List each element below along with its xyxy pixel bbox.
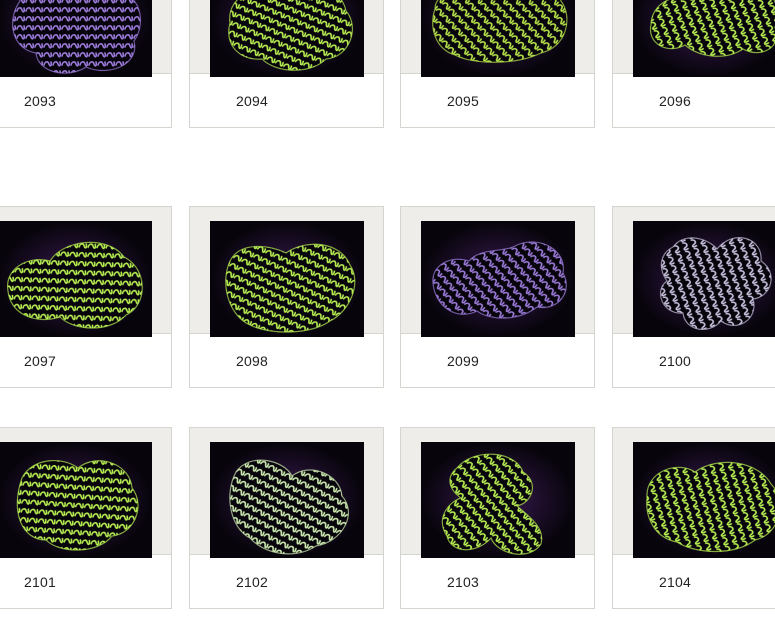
coral-graphic	[210, 221, 364, 337]
coral-colony	[646, 461, 775, 553]
item-number: 2102	[236, 574, 268, 590]
item-number: 2098	[236, 353, 268, 369]
item-number: 2094	[236, 93, 268, 109]
coral-graphic	[210, 442, 364, 558]
coral-photo[interactable]	[0, 221, 152, 337]
gallery-card[interactable]: 2100	[612, 206, 775, 388]
item-number: 2101	[24, 574, 56, 590]
coral-graphic	[210, 0, 364, 77]
gallery-card[interactable]: 2103	[400, 427, 595, 609]
gallery-card[interactable]: 2096	[612, 0, 775, 128]
coral-graphic	[0, 0, 152, 77]
coral-graphic	[633, 0, 775, 77]
coral-photo[interactable]	[633, 0, 775, 77]
coral-photo[interactable]	[210, 221, 364, 337]
item-number: 2095	[447, 93, 479, 109]
coral-graphic	[633, 442, 775, 558]
coral-gallery-grid: 2093 2094 2095 2096 2097 2098 2099 2100	[0, 0, 775, 625]
coral-graphic	[421, 0, 575, 77]
gallery-card[interactable]: 2101	[0, 427, 172, 609]
gallery-card[interactable]: 2099	[400, 206, 595, 388]
gallery-card[interactable]: 2102	[189, 427, 384, 609]
coral-graphic	[421, 442, 575, 558]
item-number: 2103	[447, 574, 479, 590]
coral-photo[interactable]	[633, 442, 775, 558]
coral-graphic	[0, 221, 152, 337]
coral-graphic	[633, 221, 775, 337]
item-number: 2097	[24, 353, 56, 369]
coral-photo[interactable]	[633, 221, 775, 337]
gallery-card[interactable]: 2098	[189, 206, 384, 388]
coral-photo[interactable]	[210, 442, 364, 558]
gallery-card[interactable]: 2095	[400, 0, 595, 128]
coral-photo[interactable]	[0, 442, 152, 558]
coral-photo[interactable]	[421, 221, 575, 337]
coral-photo[interactable]	[421, 442, 575, 558]
item-number: 2099	[447, 353, 479, 369]
coral-graphic	[0, 442, 152, 558]
gallery-card[interactable]: 2104	[612, 427, 775, 609]
coral-photo[interactable]	[210, 0, 364, 77]
item-number: 2096	[659, 93, 691, 109]
coral-graphic	[421, 221, 575, 337]
coral-colony	[649, 0, 775, 57]
item-number: 2093	[24, 93, 56, 109]
coral-photo[interactable]	[0, 0, 152, 77]
gallery-card[interactable]: 2094	[189, 0, 384, 128]
coral-photo[interactable]	[421, 0, 575, 77]
item-number: 2100	[659, 353, 691, 369]
gallery-card[interactable]: 2097	[0, 206, 172, 388]
item-number: 2104	[659, 574, 691, 590]
gallery-card[interactable]: 2093	[0, 0, 172, 128]
